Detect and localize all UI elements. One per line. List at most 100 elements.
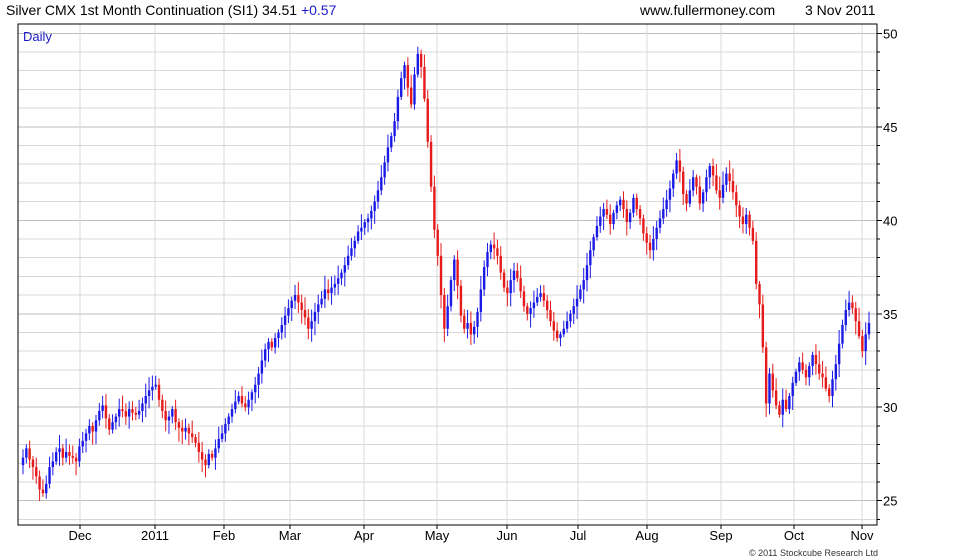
- y-tick-label: 40: [883, 213, 897, 228]
- candle-down: [698, 186, 701, 204]
- candle-up: [167, 416, 171, 421]
- period-label: Daily: [23, 29, 52, 44]
- candle-down: [764, 347, 768, 404]
- candle-up: [383, 162, 386, 178]
- candle-up: [794, 371, 798, 383]
- candle-down: [761, 304, 765, 348]
- candle-down: [755, 240, 758, 284]
- candle-up: [595, 225, 599, 238]
- candle-up: [612, 212, 615, 225]
- candle-up: [171, 409, 174, 417]
- x-tick-label: Mar: [279, 528, 302, 543]
- candle-up: [363, 222, 366, 228]
- x-axis: Dec 2011 Feb Mar Apr May Jun Jul Aug Sep Oct Nov: [68, 525, 874, 543]
- candle-up: [21, 457, 25, 466]
- candle-up: [356, 231, 360, 241]
- candle-up: [579, 289, 582, 299]
- candle-down: [496, 248, 499, 256]
- candle-up: [486, 252, 489, 268]
- candle-up: [237, 396, 240, 402]
- grid-lines: [18, 24, 877, 525]
- candle-down: [61, 448, 65, 458]
- candle-down: [622, 199, 625, 210]
- candle-up: [330, 287, 333, 294]
- candle-down: [210, 453, 214, 458]
- candle-down: [735, 192, 738, 206]
- candle-up: [370, 210, 373, 219]
- candle-up: [58, 448, 61, 453]
- candle-up: [373, 201, 376, 211]
- candle-down: [439, 255, 443, 296]
- candle-down: [522, 291, 526, 307]
- candle-up: [466, 323, 469, 329]
- candle-up: [532, 302, 536, 309]
- candle-up: [353, 240, 356, 249]
- candle-up: [184, 427, 187, 432]
- candle-up: [672, 173, 675, 189]
- candle-down: [635, 197, 638, 210]
- candle-up: [214, 448, 217, 458]
- candle-up: [320, 298, 323, 305]
- candle-up: [589, 250, 592, 266]
- candles: [21, 46, 871, 502]
- candle-down: [244, 403, 247, 408]
- candle-up: [725, 173, 728, 185]
- candle-up: [137, 410, 141, 415]
- candle-up: [837, 343, 841, 365]
- candle-down: [648, 242, 652, 251]
- candle-up: [114, 416, 118, 423]
- candle-up: [147, 390, 151, 397]
- candle-down: [423, 66, 426, 99]
- candle-down: [443, 295, 446, 329]
- candle-up: [376, 190, 380, 202]
- candle-up: [489, 244, 492, 253]
- candle-up: [25, 448, 28, 458]
- candle-down: [204, 459, 207, 466]
- x-tick-label: Nov: [850, 528, 874, 543]
- candle-down: [638, 209, 642, 219]
- candle-up: [84, 433, 88, 441]
- candle-down: [751, 227, 755, 241]
- y-tick-label: 50: [883, 26, 897, 41]
- candle-up: [94, 420, 98, 432]
- x-tick-label: Jul: [570, 528, 587, 543]
- candle-down: [35, 467, 38, 477]
- candle-up: [582, 280, 585, 290]
- candle-down: [718, 190, 721, 198]
- candle-up: [864, 334, 867, 352]
- candle-down: [678, 160, 682, 172]
- candle-down: [91, 425, 94, 432]
- candle-down: [625, 209, 629, 223]
- candle-up: [260, 360, 264, 374]
- candle-down: [194, 437, 197, 443]
- candle-down: [303, 310, 307, 318]
- candle-up: [536, 296, 539, 303]
- candle-up: [263, 349, 267, 361]
- candle-up: [413, 74, 416, 105]
- candle-down: [499, 255, 502, 273]
- candle-up: [313, 311, 317, 322]
- candle-down: [456, 259, 459, 286]
- candle-up: [247, 399, 250, 408]
- candle-up: [360, 227, 363, 232]
- candle-down: [741, 216, 745, 225]
- candle-down: [519, 278, 522, 292]
- candle-down: [327, 289, 330, 294]
- candle-down: [861, 336, 864, 352]
- candle-up: [64, 452, 68, 458]
- candle-up: [662, 209, 665, 219]
- candle-up: [340, 272, 343, 279]
- candle-up: [585, 265, 589, 281]
- candle-down: [406, 65, 410, 88]
- candle-down: [41, 489, 45, 494]
- x-tick-label: Aug: [635, 528, 658, 543]
- candle-down: [516, 270, 519, 279]
- candle-down: [748, 214, 751, 228]
- candle-down: [609, 214, 612, 225]
- candle-up: [449, 280, 453, 307]
- x-tick-label: May: [425, 528, 450, 543]
- candle-down: [778, 405, 781, 415]
- candle-up: [798, 362, 801, 372]
- x-tick-label: Apr: [354, 528, 375, 543]
- candle-up: [390, 136, 393, 148]
